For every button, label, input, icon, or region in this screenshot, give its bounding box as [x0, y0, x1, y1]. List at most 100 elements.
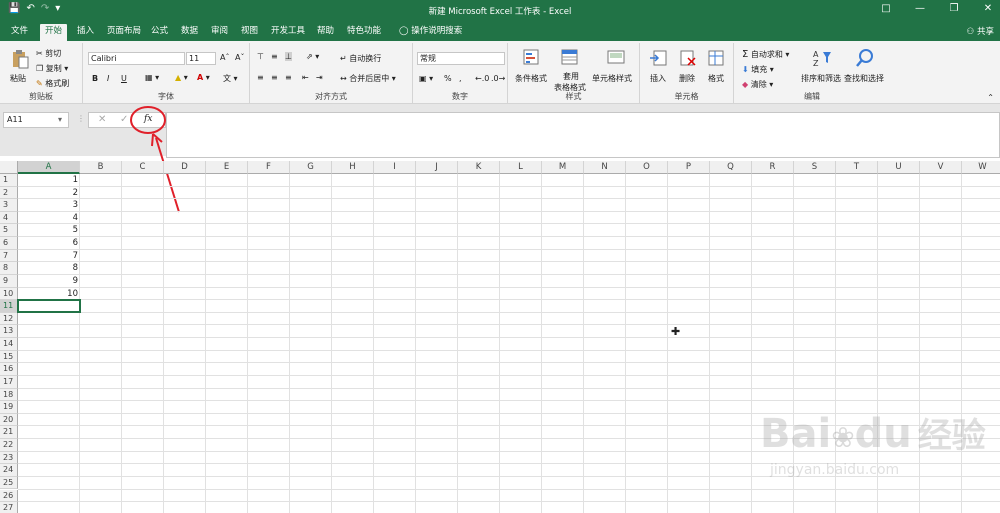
font-name-select[interactable]: Calibri [88, 52, 185, 65]
row-header-27[interactable]: 27 [0, 502, 18, 513]
tell-me-search[interactable]: ◯ 操作说明搜索 [394, 24, 467, 41]
column-header-c[interactable]: C [122, 161, 164, 174]
row-header-23[interactable]: 23 [0, 451, 18, 465]
row-header-13[interactable]: 13 [0, 325, 18, 339]
find-select-icon[interactable] [855, 48, 875, 68]
cut-button[interactable]: ✂ 剪切 [36, 48, 61, 59]
number-format-select[interactable]: 常规 [417, 52, 505, 65]
column-header-g[interactable]: G [290, 161, 332, 174]
column-header-s[interactable]: S [794, 161, 836, 174]
tab-review[interactable]: 审阅 [206, 24, 233, 41]
tab-data[interactable]: 数据 [176, 24, 203, 41]
column-header-i[interactable]: I [374, 161, 416, 174]
row-header-15[interactable]: 15 [0, 350, 18, 364]
cell-styles-button[interactable]: 单元格样式 [592, 73, 632, 84]
insert-cells-icon[interactable] [649, 48, 669, 68]
orientation-icon[interactable]: ⇗ ▾ [306, 52, 319, 61]
delete-cells-button[interactable]: 删除 [679, 73, 695, 84]
tab-insert[interactable]: 插入 [72, 24, 99, 41]
font-size-select[interactable]: 11 [186, 52, 216, 65]
column-header-v[interactable]: V [920, 161, 962, 174]
cancel-icon[interactable]: ✕ [98, 114, 106, 125]
row-header-10[interactable]: 10 [0, 287, 18, 301]
sort-filter-button[interactable]: 排序和筛选 [801, 73, 841, 84]
column-header-h[interactable]: H [332, 161, 374, 174]
column-header-p[interactable]: P [668, 161, 710, 174]
phonetic-icon[interactable]: 文 ▾ [223, 73, 238, 84]
align-bottom-icon[interactable]: ⊥ [285, 52, 292, 61]
autosum-button[interactable]: Σ 自动求和 ▾ [742, 49, 789, 60]
bold-button[interactable]: B [92, 74, 98, 83]
align-right-icon[interactable]: ≡ [285, 73, 292, 82]
paste-button[interactable]: 粘贴 [10, 73, 26, 84]
tab-formulas[interactable]: 公式 [146, 24, 173, 41]
formula-input[interactable] [166, 112, 1000, 158]
conditional-formatting-icon[interactable] [522, 48, 542, 68]
merge-center-button[interactable]: ↔ 合并后居中 ▾ [340, 73, 396, 84]
column-header-a[interactable]: A [18, 161, 80, 174]
column-header-l[interactable]: L [500, 161, 542, 174]
indent-icon[interactable]: ⇥ [316, 73, 323, 82]
copy-button[interactable]: ❐ 复制 ▾ [36, 63, 68, 74]
cell-a4[interactable]: 4 [18, 212, 80, 225]
column-header-b[interactable]: B [80, 161, 122, 174]
sort-filter-icon[interactable]: AZ [812, 48, 832, 68]
row-header-3[interactable]: 3 [0, 199, 18, 212]
row-header-12[interactable]: 12 [0, 312, 18, 326]
percent-button[interactable]: % [444, 74, 452, 83]
row-header-2[interactable]: 2 [0, 186, 18, 200]
cell-a6[interactable]: 6 [18, 237, 80, 250]
column-header-t[interactable]: T [836, 161, 878, 174]
row-header-16[interactable]: 16 [0, 363, 18, 376]
tab-developer[interactable]: 开发工具 [266, 24, 310, 41]
wrap-text-button[interactable]: ↵ 自动换行 [340, 53, 381, 64]
tab-special-features[interactable]: 特色功能 [342, 24, 386, 41]
insert-function-button[interactable]: fx [144, 114, 152, 124]
align-middle-icon[interactable]: ≡ [271, 52, 278, 61]
column-header-j[interactable]: J [416, 161, 458, 174]
row-header-18[interactable]: 18 [0, 388, 18, 402]
cell-a9[interactable]: 9 [18, 275, 80, 288]
column-header-w[interactable]: W [962, 161, 1000, 174]
format-as-table-icon[interactable] [560, 48, 580, 68]
name-box-dropdown-icon[interactable]: ▾ [58, 115, 62, 124]
fill-button[interactable]: ⬇ 填充 ▾ [742, 64, 774, 75]
row-header-17[interactable]: 17 [0, 375, 18, 389]
comma-button[interactable]: , [459, 74, 462, 83]
align-top-icon[interactable]: ⊤ [257, 52, 264, 61]
row-header-4[interactable]: 4 [0, 211, 18, 225]
row-header-11[interactable]: 11 [0, 300, 18, 313]
find-select-button[interactable]: 查找和选择 [844, 73, 884, 84]
outdent-icon[interactable]: ⇤ [302, 73, 309, 82]
column-header-n[interactable]: N [584, 161, 626, 174]
row-header-24[interactable]: 24 [0, 464, 18, 477]
worksheet-grid[interactable]: A B C D E F G H I J K L M N O P Q R S T U V W 1 2 3 4 5 6 7 8 9 10 11 12 13… [0, 161, 1000, 513]
column-header-f[interactable]: F [248, 161, 290, 174]
increase-font-icon[interactable]: Aˆ [220, 53, 229, 62]
tab-page-layout[interactable]: 页面布局 [102, 24, 146, 41]
enter-icon[interactable]: ✓ [120, 114, 128, 125]
row-header-9[interactable]: 9 [0, 274, 18, 288]
row-header-14[interactable]: 14 [0, 338, 18, 351]
cell-styles-icon[interactable] [606, 48, 626, 68]
column-header-k[interactable]: K [458, 161, 500, 174]
conditional-formatting-button[interactable]: 条件格式 [515, 73, 547, 84]
restore-icon[interactable]: ❐ [948, 3, 960, 14]
underline-button[interactable]: U [121, 74, 127, 83]
insert-cells-button[interactable]: 插入 [650, 73, 666, 84]
italic-button[interactable]: I [107, 74, 109, 83]
row-header-8[interactable]: 8 [0, 262, 18, 275]
tab-view[interactable]: 视图 [236, 24, 263, 41]
row-header-25[interactable]: 25 [0, 476, 18, 490]
align-center-icon[interactable]: ≡ [271, 73, 278, 82]
ribbon-display-icon[interactable]: □ [880, 3, 892, 14]
column-header-r[interactable]: R [752, 161, 794, 174]
row-header-22[interactable]: 22 [0, 439, 18, 452]
row-header-21[interactable]: 21 [0, 426, 18, 439]
cell-a2[interactable]: 2 [18, 187, 80, 200]
format-cells-icon[interactable] [706, 48, 726, 68]
share-button[interactable]: ⚇ 共享 [967, 25, 994, 37]
format-painter-button[interactable]: ✎ 格式刷 [36, 78, 69, 89]
decrease-decimal-icon[interactable]: .0→ [491, 74, 505, 83]
selected-cell-a11[interactable] [17, 299, 81, 314]
